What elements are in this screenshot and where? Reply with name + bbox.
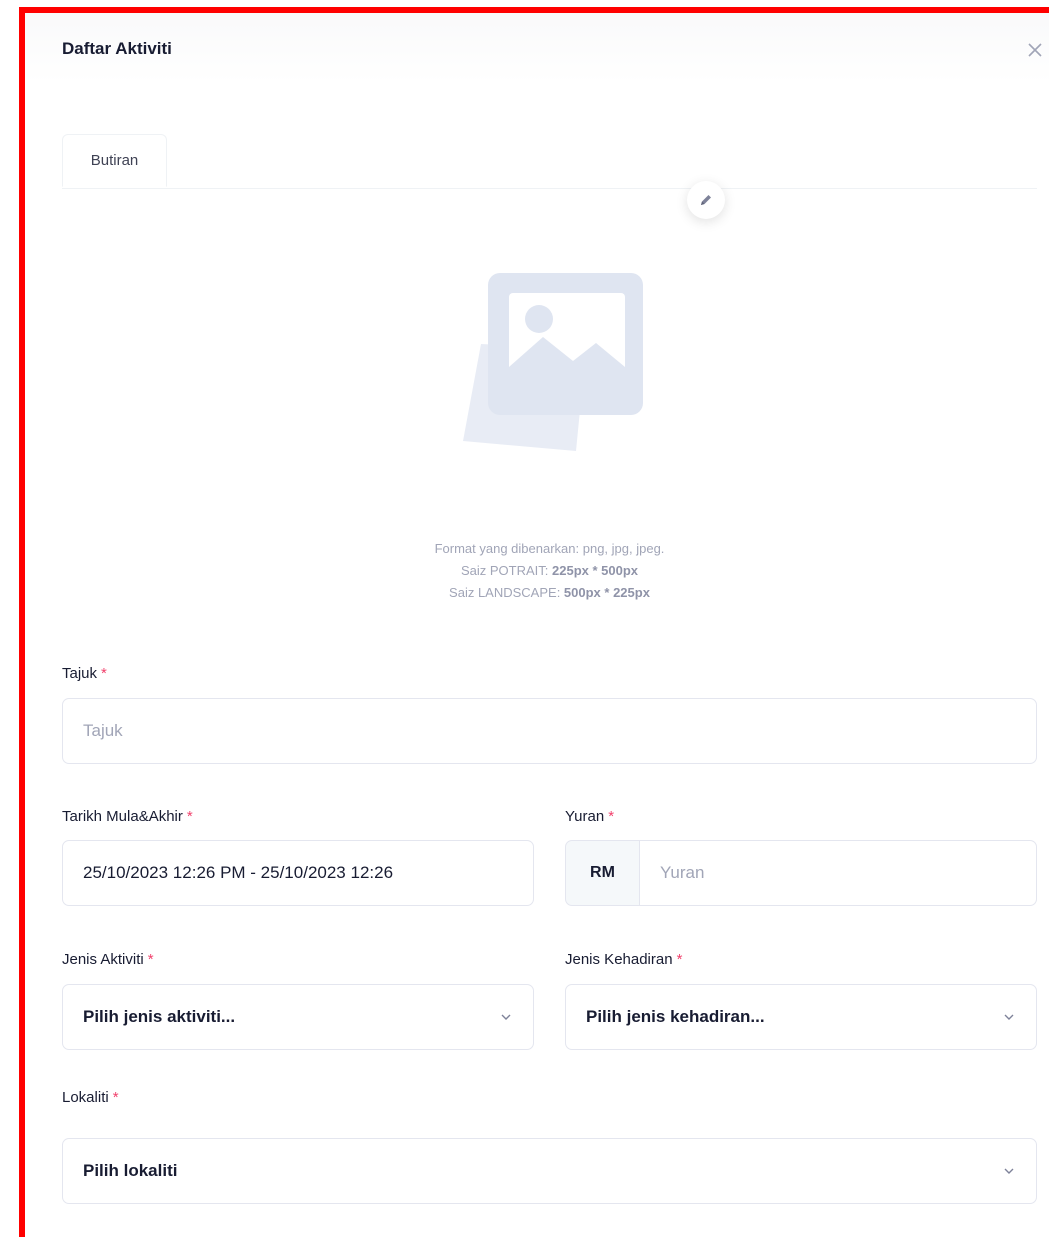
currency-addon: RM xyxy=(565,840,640,906)
tab-butiran[interactable]: Butiran xyxy=(62,134,167,187)
modal-title: Daftar Aktiviti xyxy=(62,39,172,58)
chevron-down-icon xyxy=(501,1014,511,1020)
tajuk-placeholder: Tajuk xyxy=(83,721,123,740)
jenis-kehadiran-selected: Pilih jenis kehadiran... xyxy=(586,1007,765,1026)
portrait-size-hint: Saiz POTRAIT: 225px * 500px xyxy=(25,563,1049,578)
tajuk-label: Tajuk * xyxy=(62,665,107,682)
tajuk-input[interactable]: Tajuk xyxy=(62,698,1037,764)
portrait-size-value: 225px * 500px xyxy=(552,563,639,578)
image-format-hint: Format yang dibenarkan: png, jpg, jpeg. xyxy=(434,541,665,556)
landscape-size-hint: Saiz LANDSCAPE: 500px * 225px xyxy=(25,585,1049,600)
tarikh-label: Tarikh Mula&Akhir * xyxy=(62,808,193,825)
landscape-size-value: 500px * 225px xyxy=(563,585,650,600)
yuran-input[interactable]: Yuran xyxy=(639,840,1037,906)
landscape-size-label: Saiz LANDSCAPE: xyxy=(449,585,564,600)
jenis-aktiviti-select[interactable]: Pilih jenis aktiviti... xyxy=(62,984,534,1050)
jenis-aktiviti-label-text: Jenis Aktiviti xyxy=(62,951,144,968)
yuran-label-text: Yuran xyxy=(565,808,605,825)
lokaliti-selected: Pilih lokaliti xyxy=(83,1161,178,1180)
modal-tabs: Butiran xyxy=(62,134,1037,189)
jenis-kehadiran-label: Jenis Kehadiran * xyxy=(565,951,682,968)
jenis-kehadiran-select[interactable]: Pilih jenis kehadiran... xyxy=(565,984,1037,1050)
edit-image-button[interactable] xyxy=(687,181,725,219)
jenis-kehadiran-label-text: Jenis Kehadiran xyxy=(565,951,673,968)
date-range-input[interactable]: 25/10/2023 12:26 PM - 25/10/2023 12:26 xyxy=(62,840,534,906)
yuran-placeholder: Yuran xyxy=(660,863,705,882)
yuran-label: Yuran * xyxy=(565,808,614,825)
required-mark: * xyxy=(147,951,154,968)
lokaliti-select[interactable]: Pilih lokaliti xyxy=(62,1138,1037,1204)
required-mark: * xyxy=(101,665,107,682)
tarikh-label-text: Tarikh Mula&Akhir xyxy=(62,808,183,825)
jenis-aktiviti-label: Jenis Aktiviti * xyxy=(62,951,154,968)
chevron-down-icon xyxy=(1004,1168,1014,1174)
pencil-icon xyxy=(701,195,711,205)
lokaliti-label: Lokaliti * xyxy=(62,1089,119,1106)
required-mark: * xyxy=(608,808,615,825)
modal-header-background xyxy=(25,13,1049,83)
close-icon[interactable] xyxy=(1025,40,1045,60)
lokaliti-label-text: Lokaliti xyxy=(62,1089,109,1106)
date-range-value: 25/10/2023 12:26 PM - 25/10/2023 12:26 xyxy=(83,863,394,882)
required-mark: * xyxy=(112,1089,119,1106)
tajuk-label-text: Tajuk xyxy=(62,665,98,682)
chevron-down-icon xyxy=(1004,1014,1014,1020)
required-mark: * xyxy=(186,808,193,825)
portrait-size-label: Saiz POTRAIT: xyxy=(460,563,552,578)
jenis-aktiviti-selected: Pilih jenis aktiviti... xyxy=(83,1007,236,1026)
image-placeholder-icon[interactable] xyxy=(451,269,647,465)
required-mark: * xyxy=(676,951,683,968)
add-activity-modal: Daftar Aktiviti Butiran Format yang dibe… xyxy=(25,13,1049,1219)
